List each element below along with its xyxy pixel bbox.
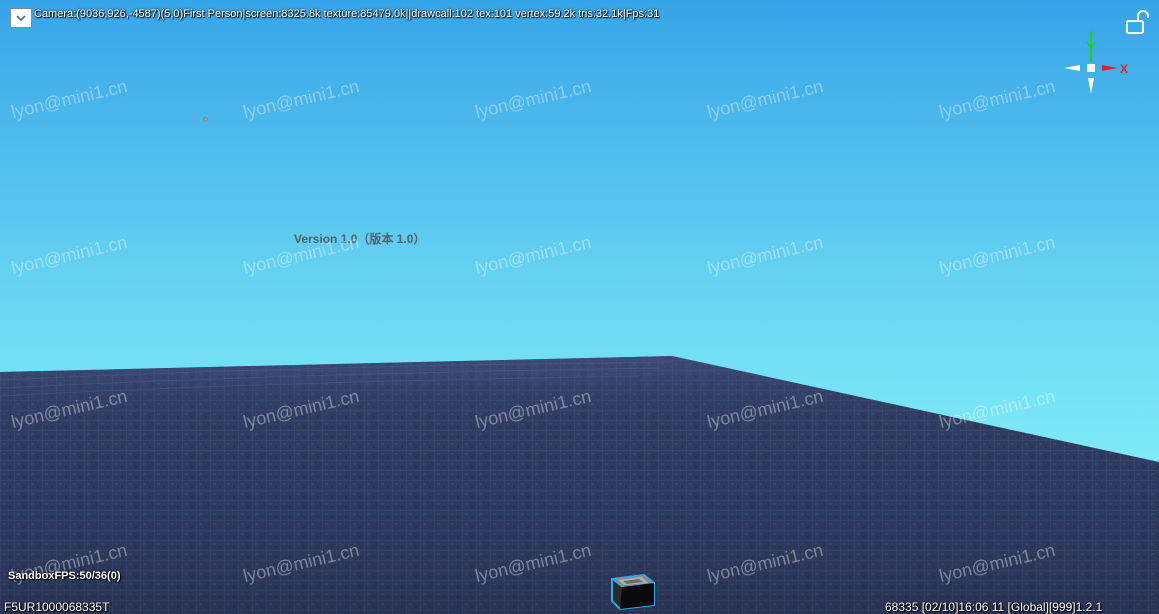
axis-gizmo[interactable]: X — [1062, 28, 1132, 100]
block-icon — [610, 573, 656, 611]
axis-y-cone — [1089, 30, 1093, 34]
axis-center — [1087, 64, 1095, 72]
chevron-down-icon — [16, 15, 26, 22]
axis-neg-x-cone — [1064, 65, 1080, 71]
game-viewport[interactable]: Camera:(9036,926,-4587)(5,0)First Person… — [0, 0, 1159, 614]
device-id-label: F5UR1000068335T — [4, 600, 110, 614]
version-label: Version 1.0（版本 1.0） — [294, 232, 426, 246]
version-status-label: 68335 [02/10]16:06 11 [Global][999]1.2.1 — [885, 600, 1103, 614]
axis-x-cone — [1102, 65, 1118, 71]
dropdown-button[interactable] — [10, 8, 32, 28]
camera-debug-info: Camera:(9036,926,-4587)(5,0)First Person… — [34, 8, 660, 20]
hotbar-slot[interactable] — [608, 571, 656, 611]
crosshair — [203, 117, 208, 122]
axis-x-label: X — [1120, 62, 1128, 76]
sandbox-fps-readout: SandboxFPS:50/36(0) — [8, 570, 121, 582]
world-scene — [0, 0, 1159, 614]
axis-neg-y-cone — [1088, 78, 1094, 94]
